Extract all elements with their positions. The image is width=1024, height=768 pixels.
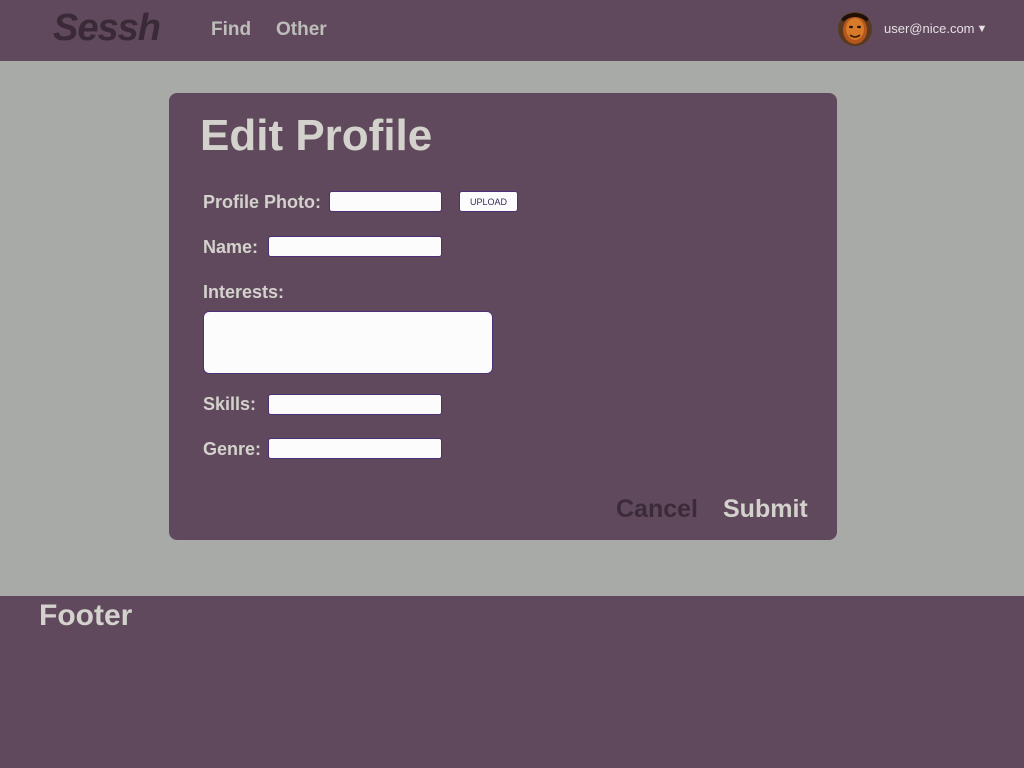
top-nav-bar: Sessh Find Other user@nice.com ▼ [0,0,1024,61]
page-title: Edit Profile [200,111,433,160]
genre-label: Genre: [203,439,262,459]
page-footer: Footer [0,596,1024,768]
interests-label: Interests: [203,282,285,302]
nav-link-find[interactable]: Find [211,19,251,41]
skills-field[interactable] [268,394,442,415]
user-avatar-icon[interactable] [838,12,872,46]
profile-photo-label: Profile Photo: [203,192,321,212]
cancel-button[interactable]: Cancel [616,494,698,524]
nav-link-other[interactable]: Other [276,19,327,41]
profile-photo-field[interactable] [329,191,442,212]
chevron-down-icon: ▼ [976,23,988,35]
name-field[interactable] [268,236,442,257]
sessh-logo[interactable]: Sessh [53,6,161,50]
user-account-menu[interactable]: user@nice.com ▼ [884,21,987,37]
name-label: Name: [203,237,259,257]
upload-button[interactable]: UPLOAD [459,191,518,212]
genre-field[interactable] [268,438,442,459]
submit-button[interactable]: Submit [723,494,808,524]
edit-profile-card: Edit Profile Profile Photo: UPLOAD Name:… [169,93,837,540]
user-email: user@nice.com [884,21,975,36]
footer-label: Footer [39,599,133,632]
skills-label: Skills: [203,394,257,414]
interests-textarea[interactable] [203,311,493,374]
